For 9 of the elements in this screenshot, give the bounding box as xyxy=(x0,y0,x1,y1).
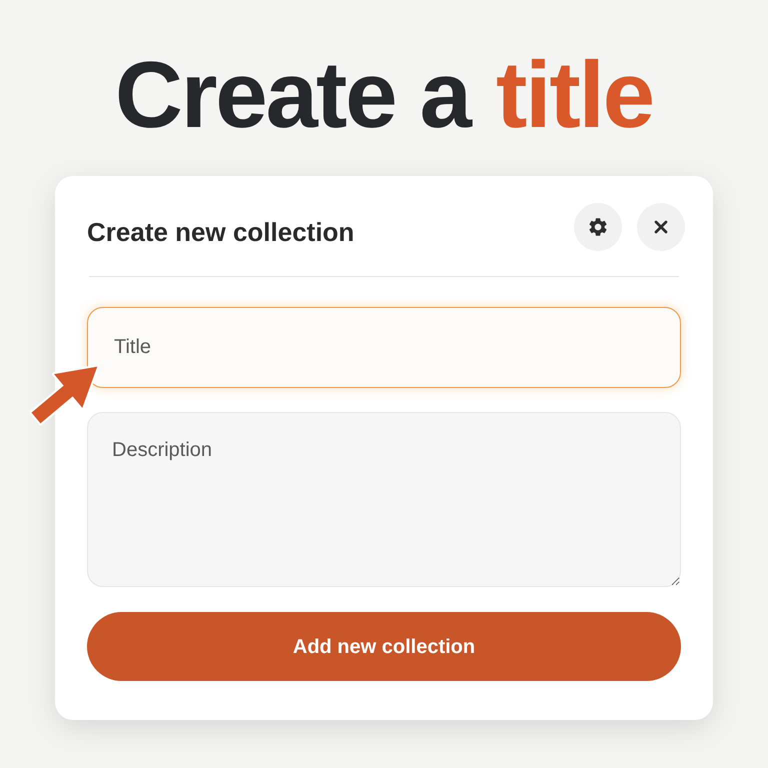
headline-text: Create a xyxy=(114,41,470,149)
headline-highlight: title xyxy=(496,41,654,149)
title-input[interactable]: Title xyxy=(87,307,681,388)
settings-icon xyxy=(587,216,609,238)
description-textarea[interactable]: Description xyxy=(87,412,681,587)
close-button[interactable] xyxy=(637,202,685,250)
add-collection-button[interactable]: Add new collection xyxy=(87,612,681,681)
settings-button[interactable] xyxy=(574,202,622,250)
dialog-title: Create new collection xyxy=(87,216,354,249)
